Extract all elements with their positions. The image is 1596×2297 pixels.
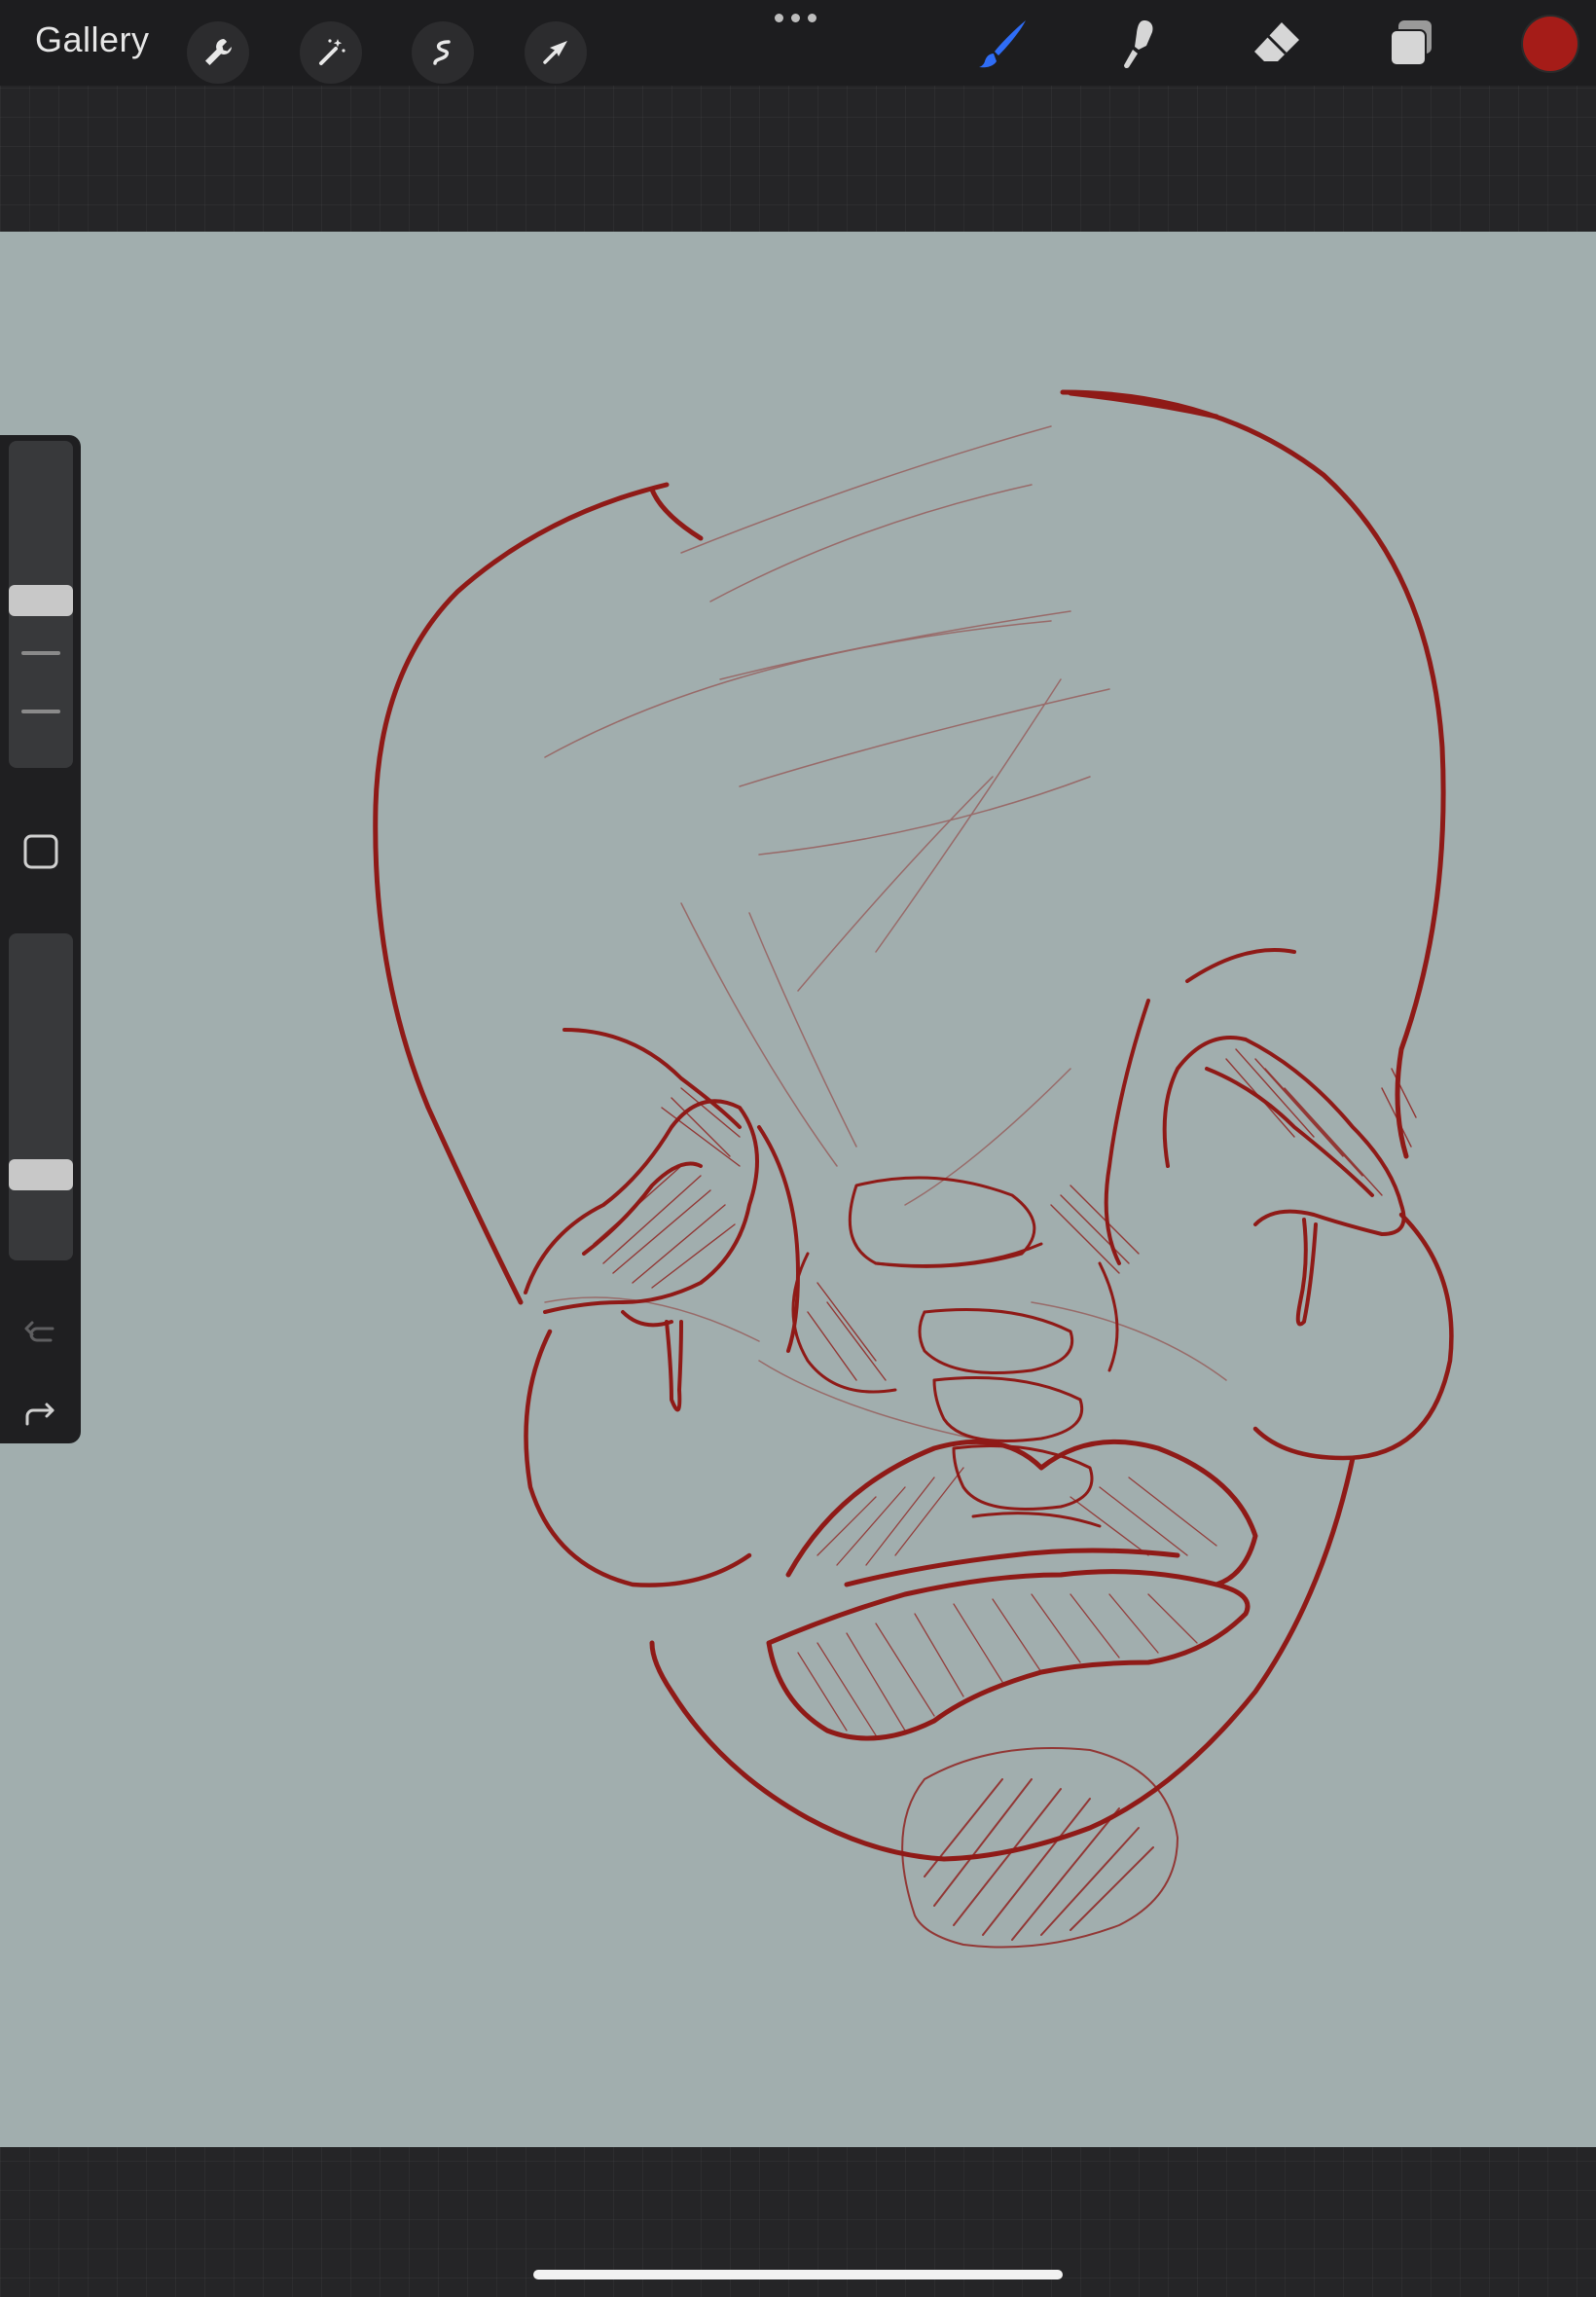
transform-button[interactable]: [525, 21, 587, 84]
size-tick: [21, 651, 60, 655]
selection-icon: [433, 40, 451, 65]
more-options-icon[interactable]: [775, 14, 816, 22]
opacity-slider[interactable]: [9, 933, 73, 1260]
adjustments-button[interactable]: [300, 21, 362, 84]
undo-icon: [24, 1321, 54, 1342]
layers-icon: [1390, 20, 1432, 66]
modify-square-icon: [23, 834, 58, 869]
eraser-tool-button[interactable]: [1242, 14, 1310, 74]
redo-button[interactable]: [19, 1393, 62, 1436]
modify-button[interactable]: [19, 830, 62, 873]
eraser-icon: [1254, 22, 1299, 61]
smudge-icon: [1124, 20, 1153, 69]
brush-size-slider[interactable]: [9, 441, 73, 768]
undo-button[interactable]: [19, 1311, 62, 1354]
home-indicator[interactable]: [533, 2270, 1063, 2279]
transform-arrow-icon: [543, 41, 567, 64]
size-tick: [21, 710, 60, 713]
color-picker-button[interactable]: [1523, 17, 1578, 71]
opacity-thumb[interactable]: [9, 1159, 73, 1190]
drawing-canvas[interactable]: [0, 232, 1596, 2147]
brush-size-thumb[interactable]: [9, 585, 73, 616]
wrench-icon: [205, 39, 232, 65]
selection-button[interactable]: [412, 21, 474, 84]
sidebar-controls: [0, 435, 81, 1443]
redo-icon: [25, 1403, 54, 1426]
brush-tool-button[interactable]: [970, 14, 1038, 74]
top-toolbar: Gallery: [0, 0, 1596, 86]
magic-wand-icon: [319, 39, 345, 65]
gallery-button[interactable]: Gallery: [35, 19, 150, 60]
face-sketch: [373, 389, 1454, 1949]
layers-button[interactable]: [1378, 14, 1446, 74]
actions-button[interactable]: [187, 21, 249, 84]
smudge-tool-button[interactable]: [1105, 14, 1173, 74]
brush-icon: [979, 20, 1026, 68]
